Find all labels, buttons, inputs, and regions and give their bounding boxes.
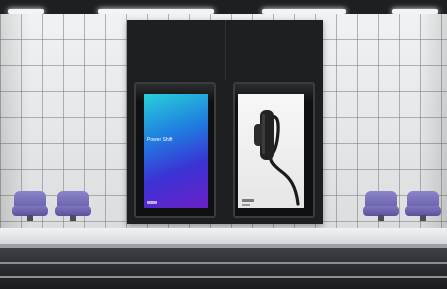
ev-charger-plug-icon: [254, 110, 300, 206]
poster-title: Power Shift: [147, 137, 173, 143]
platform-edge: [0, 228, 447, 244]
poster-list: [180, 104, 208, 191]
poster-logo: [147, 201, 157, 204]
rail: [0, 276, 447, 278]
bench-seat: [363, 191, 399, 221]
poster-list-item: [180, 141, 208, 145]
bench-seat: [12, 191, 48, 221]
poster-list-item: [180, 116, 208, 120]
rail: [0, 262, 447, 264]
poster-left: Power Shift: [144, 94, 208, 208]
poster-list-item: [180, 110, 208, 114]
poster-list-item: [180, 172, 208, 176]
ceiling: [0, 0, 447, 14]
poster-list-item: [180, 154, 208, 158]
poster-caption: [242, 204, 250, 206]
poster-list-item: [180, 123, 208, 127]
track-bed: [0, 248, 447, 289]
subway-scene: Power Shift: [0, 0, 447, 289]
poster-list-item: [180, 135, 208, 139]
poster-list-item: [180, 104, 208, 108]
poster-list-item: [180, 160, 208, 164]
poster-list-item: [180, 184, 208, 188]
poster-list-item: [180, 129, 208, 133]
poster-list-item: [180, 166, 208, 170]
poster-list-item: [180, 147, 208, 151]
poster-logo: [242, 199, 254, 202]
poster-list-item: [180, 178, 208, 182]
bench-seat: [405, 191, 441, 221]
bench-seat: [55, 191, 91, 221]
poster-right: [238, 94, 304, 208]
panel-seam: [225, 20, 226, 80]
